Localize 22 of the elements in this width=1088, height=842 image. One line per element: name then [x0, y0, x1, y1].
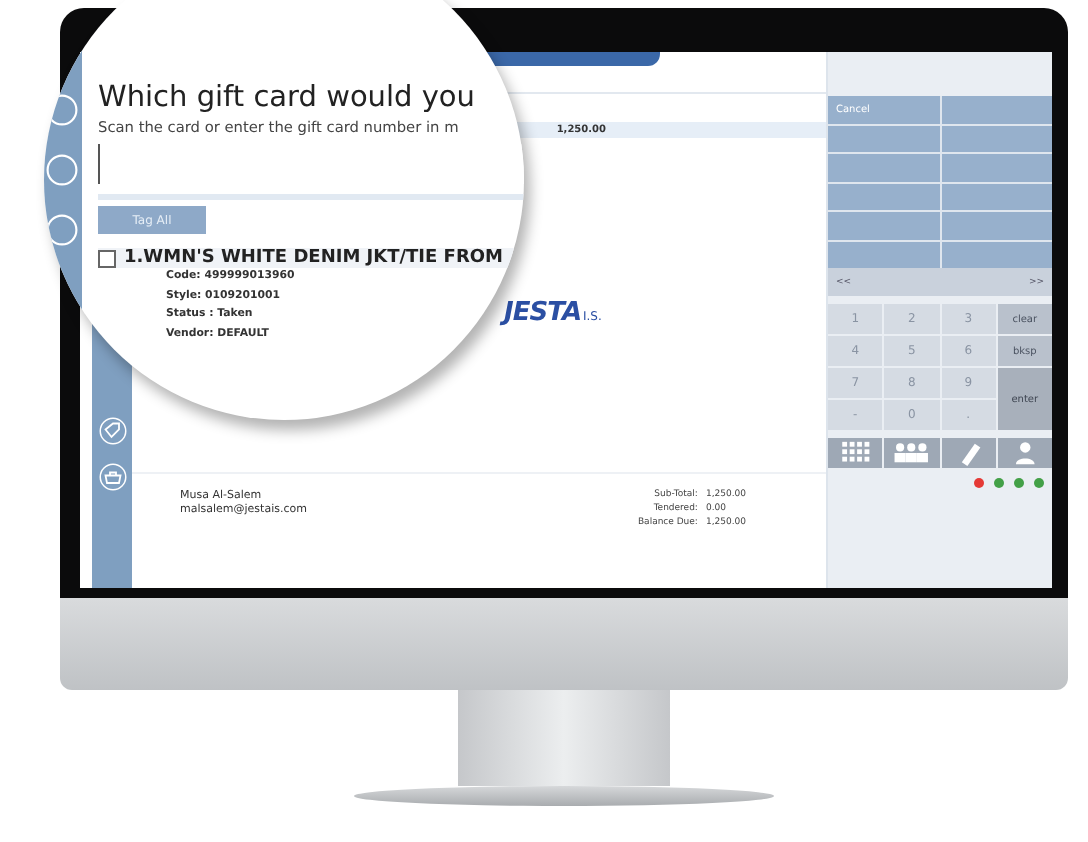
action-tile[interactable]	[941, 212, 1052, 239]
item-checkbox[interactable]	[98, 249, 116, 267]
action-tile[interactable]	[941, 125, 1052, 152]
action-tile[interactable]	[941, 241, 1052, 268]
basket-icon	[97, 462, 127, 492]
action-tile[interactable]	[941, 183, 1052, 210]
action-tile[interactable]	[941, 96, 1052, 123]
tag-icon	[97, 416, 127, 446]
dialog-heading: Which gift card would you	[98, 80, 475, 116]
people-icon[interactable]	[884, 438, 939, 468]
action-tile[interactable]	[828, 183, 939, 210]
action-tile[interactable]	[828, 212, 939, 239]
person-icon[interactable]	[997, 438, 1052, 468]
circle-icon	[44, 152, 80, 188]
action-tile[interactable]	[828, 125, 939, 152]
card-icon[interactable]	[941, 438, 996, 468]
grid-icon[interactable]	[828, 438, 883, 468]
action-tile[interactable]	[828, 241, 939, 268]
action-tile[interactable]	[941, 154, 1052, 181]
item-title: 1.WMN'S WHITE DENIM JKT/TIE FROM	[124, 248, 503, 268]
action-tile[interactable]	[828, 154, 939, 181]
circle-icon	[44, 212, 80, 248]
